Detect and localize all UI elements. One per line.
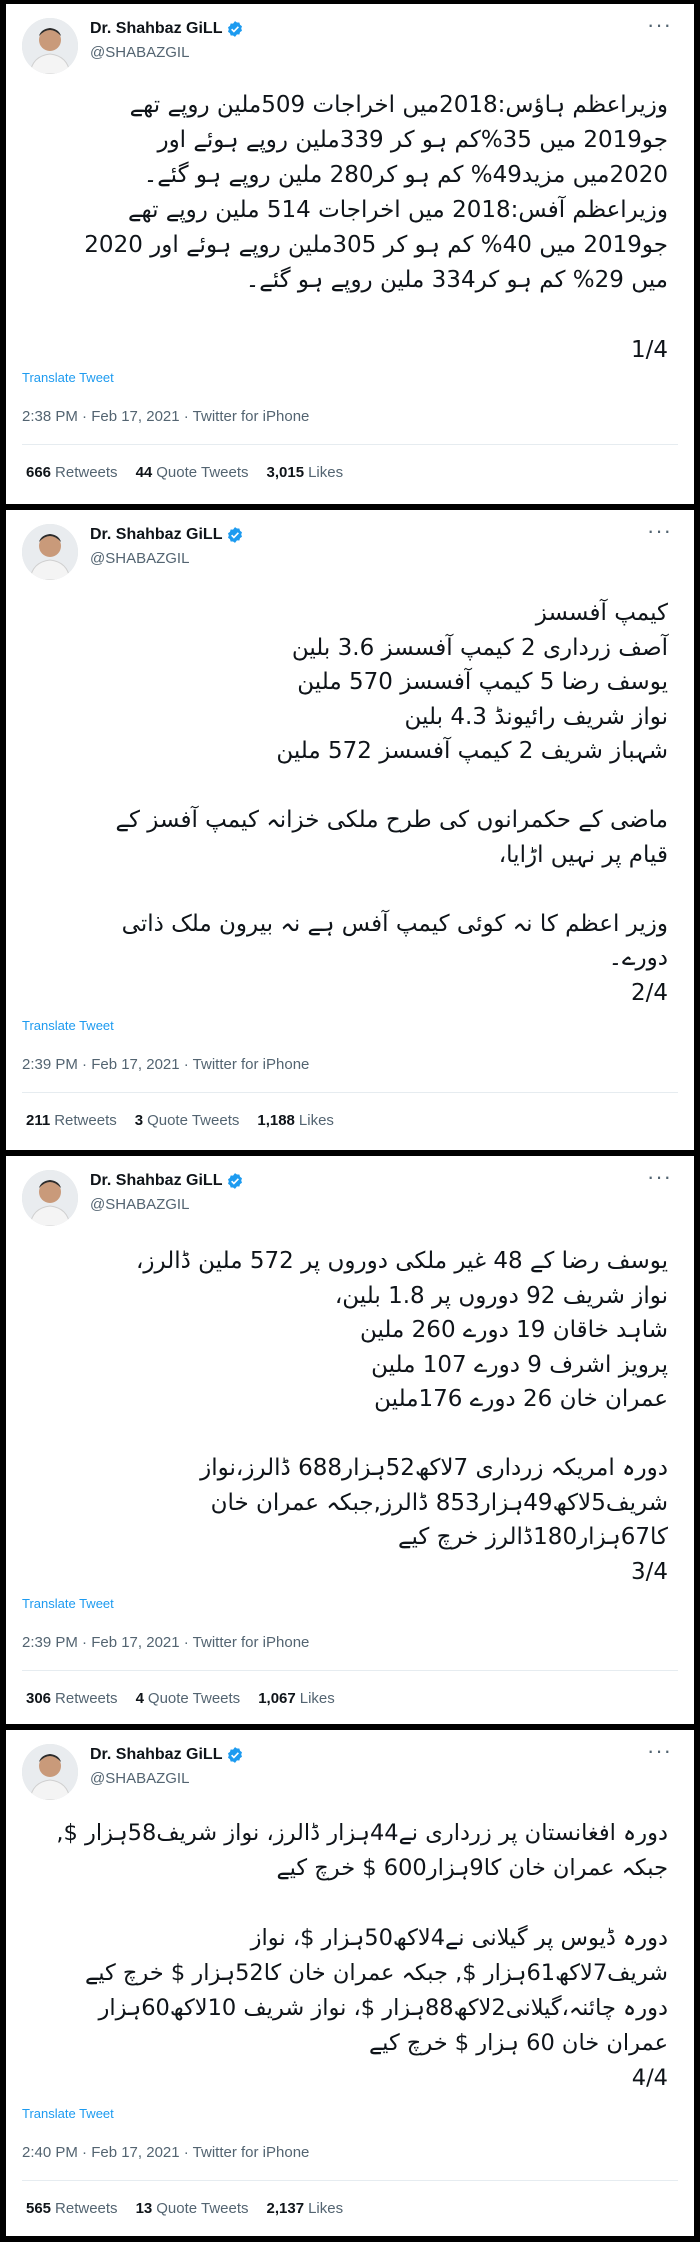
- translate-tweet-link[interactable]: Translate Tweet: [22, 370, 114, 385]
- author-name-text[interactable]: Dr. Shahbaz GiLL: [90, 1746, 222, 1764]
- tweet-card[interactable]: Dr. Shahbaz GiLL @SHABAZGIL ··· دورہ افغ…: [6, 1730, 694, 2236]
- divider: [22, 1092, 678, 1093]
- likes-count[interactable]: 1,188 Likes: [257, 1112, 334, 1129]
- quote-tweets-count[interactable]: 3 Quote Tweets: [135, 1112, 240, 1129]
- tweet-timestamp[interactable]: 2:40 PM · Feb 17, 2021 · Twitter for iPh…: [22, 2144, 309, 2161]
- divider: [22, 2180, 678, 2181]
- retweets-count[interactable]: 306 Retweets: [26, 1690, 118, 1707]
- author-name-text[interactable]: Dr. Shahbaz GiLL: [90, 526, 222, 544]
- tweet-timestamp[interactable]: 2:39 PM · Feb 17, 2021 · Twitter for iPh…: [22, 1056, 309, 1073]
- engagement-stats: 211 Retweets 3 Quote Tweets 1,188 Likes: [26, 1112, 334, 1129]
- retweets-count[interactable]: 211 Retweets: [26, 1112, 117, 1129]
- verified-badge-icon: [228, 1747, 243, 1763]
- tweet-text: یوسف رضا کے 48 غیر ملکی دوروں پر 572 ملی…: [135, 1248, 668, 1585]
- translate-tweet-link[interactable]: Translate Tweet: [22, 1018, 114, 1033]
- engagement-stats: 666 Retweets 44 Quote Tweets 3,015 Likes: [26, 464, 343, 481]
- author-name[interactable]: Dr. Shahbaz GiLL: [90, 526, 244, 544]
- verified-badge-icon: [228, 527, 243, 543]
- avatar[interactable]: [22, 1744, 78, 1800]
- author-name[interactable]: Dr. Shahbaz GiLL: [90, 1172, 244, 1190]
- more-options-icon[interactable]: ···: [647, 1740, 672, 1762]
- avatar[interactable]: [22, 1170, 78, 1226]
- divider: [22, 444, 678, 445]
- author-name-text[interactable]: Dr. Shahbaz GiLL: [90, 20, 222, 38]
- tweet-card[interactable]: Dr. Shahbaz GiLL @SHABAZGIL ··· کیمپ آفس…: [6, 510, 694, 1150]
- tweet-card[interactable]: Dr. Shahbaz GiLL @SHABAZGIL ··· یوسف رضا…: [6, 1156, 694, 1724]
- author-handle[interactable]: @SHABAZGIL: [90, 44, 189, 61]
- quote-tweets-count[interactable]: 13 Quote Tweets: [136, 2200, 249, 2217]
- tweet-card[interactable]: Dr. Shahbaz GiLL @SHABAZGIL ··· وزیراعظم…: [6, 4, 694, 504]
- author-handle[interactable]: @SHABAZGIL: [90, 1196, 189, 1213]
- engagement-stats: 565 Retweets 13 Quote Tweets 2,137 Likes: [26, 2200, 343, 2217]
- verified-badge-icon: [228, 21, 243, 37]
- author-name[interactable]: Dr. Shahbaz GiLL: [90, 1746, 244, 1764]
- tweet-text: وزیراعظم ہاؤس:2018میں اخراجات 509ملین رو…: [84, 92, 668, 363]
- likes-count[interactable]: 1,067 Likes: [258, 1690, 335, 1707]
- verified-badge-icon: [228, 1173, 243, 1189]
- avatar[interactable]: [22, 524, 78, 580]
- retweets-count[interactable]: 565 Retweets: [26, 2200, 118, 2217]
- more-options-icon[interactable]: ···: [647, 14, 672, 36]
- quote-tweets-count[interactable]: 44 Quote Tweets: [136, 464, 249, 481]
- tweet-text: کیمپ آفسسز آصف زرداری 2 کیمپ آفسسز 3.6 ب…: [115, 600, 668, 1006]
- author-name-text[interactable]: Dr. Shahbaz GiLL: [90, 1172, 222, 1190]
- tweet-timestamp[interactable]: 2:38 PM · Feb 17, 2021 · Twitter for iPh…: [22, 408, 309, 425]
- retweets-count[interactable]: 666 Retweets: [26, 464, 118, 481]
- likes-count[interactable]: 2,137 Likes: [267, 2200, 344, 2217]
- likes-count[interactable]: 3,015 Likes: [267, 464, 344, 481]
- divider: [22, 1670, 678, 1671]
- author-handle[interactable]: @SHABAZGIL: [90, 1770, 189, 1787]
- engagement-stats: 306 Retweets 4 Quote Tweets 1,067 Likes: [26, 1690, 335, 1707]
- tweet-text: دورہ افغانستان پر زرداری نے44ہزار ڈالرز،…: [56, 1820, 668, 2091]
- tweet-timestamp[interactable]: 2:39 PM · Feb 17, 2021 · Twitter for iPh…: [22, 1634, 309, 1651]
- author-name[interactable]: Dr. Shahbaz GiLL: [90, 20, 244, 38]
- avatar[interactable]: [22, 18, 78, 74]
- translate-tweet-link[interactable]: Translate Tweet: [22, 2106, 114, 2121]
- more-options-icon[interactable]: ···: [647, 520, 672, 542]
- more-options-icon[interactable]: ···: [647, 1166, 672, 1188]
- quote-tweets-count[interactable]: 4 Quote Tweets: [136, 1690, 241, 1707]
- translate-tweet-link[interactable]: Translate Tweet: [22, 1596, 114, 1611]
- author-handle[interactable]: @SHABAZGIL: [90, 550, 189, 567]
